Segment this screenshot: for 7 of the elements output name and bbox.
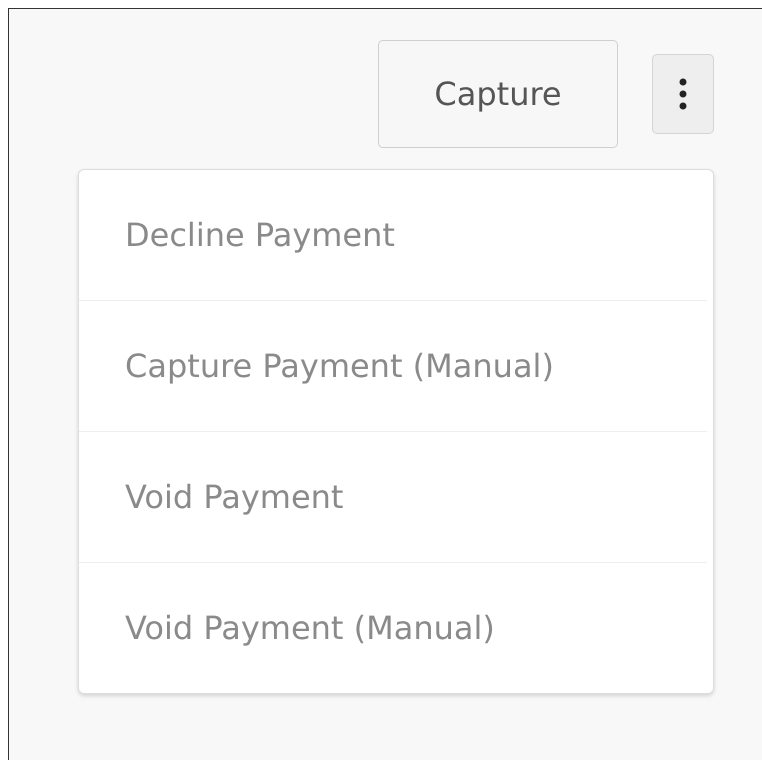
more-button[interactable] [652, 54, 714, 134]
more-icon [678, 77, 688, 111]
menu-item[interactable]: Decline Payment [79, 170, 707, 300]
menu-item[interactable]: Void Payment (Manual) [79, 562, 707, 693]
menu-item[interactable]: Capture Payment (Manual) [79, 300, 707, 431]
menu-item[interactable]: Void Payment [79, 431, 707, 562]
capture-button[interactable]: Capture [378, 40, 618, 148]
